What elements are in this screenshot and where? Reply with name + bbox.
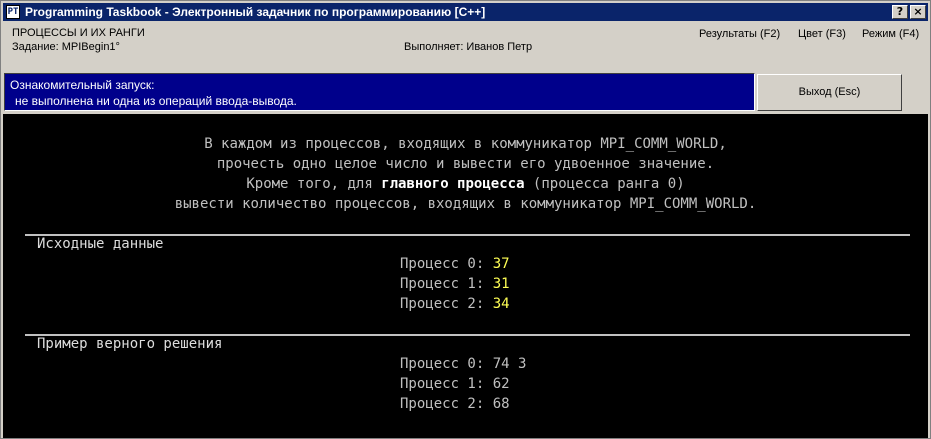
status-title: Ознакомительный запуск: [10,78,155,92]
description-line-3-pre: Кроме того, для [246,176,382,192]
input-row: Процесс 1: 31 [400,276,510,292]
title-bar[interactable]: PT Programming Taskbook - Электронный за… [3,3,928,21]
description-line-2: прочесть одно целое число и вывести его … [216,156,715,172]
close-button[interactable]: × [910,5,926,19]
task-console: В каждом из процессов, входящих в коммун… [3,114,928,438]
description-line-3-post: (процесса ранга 0) [524,176,685,192]
task-name: Задание: MPIBegin1° [12,41,120,53]
description-line-1: В каждом из процессов, входящих в коммун… [204,136,727,152]
description-line-3: Кроме того, для главного процесса (проце… [3,176,928,192]
output-section-title: Пример верного решения [37,336,223,352]
input-row-label: Процесс 0: [400,256,493,272]
output-row-value: 68 [492,396,510,412]
output-row-label: Процесс 0: [400,356,493,372]
results-button[interactable]: Результаты (F2) [699,28,780,40]
input-row: Процесс 0: 37 [400,256,510,272]
main-process-term: главного процесса [381,176,525,192]
window-title: Programming Taskbook - Электронный задач… [25,5,486,19]
description-line-4: вывести количество процессов, входящих в… [174,196,757,212]
input-row-value: 34 [492,296,510,312]
output-row-value: 62 [492,376,510,392]
input-row-label: Процесс 2: [400,296,493,312]
help-button[interactable]: ? [892,5,908,19]
output-row-label: Процесс 2: [400,396,493,412]
output-row-value: 74 3 [492,356,527,372]
status-panel: Ознакомительный запуск: не выполнена ни … [4,73,755,111]
input-row-value: 37 [492,256,510,272]
output-row: Процесс 0: 74 3 [400,356,526,372]
mode-button[interactable]: Режим (F4) [862,28,919,40]
input-row-value: 31 [492,276,510,292]
color-button[interactable]: Цвет (F3) [798,28,846,40]
exit-button[interactable]: Выход (Esc) [757,74,902,111]
main-window: PT Programming Taskbook - Электронный за… [0,0,931,439]
task-group: ПРОЦЕССЫ И ИХ РАНГИ [12,27,145,39]
input-row: Процесс 2: 34 [400,296,510,312]
input-section-title: Исходные данные [37,236,164,252]
app-icon[interactable]: PT [6,5,20,19]
status-message: не выполнена ни одна из операций ввода-в… [15,94,297,108]
output-row: Процесс 2: 68 [400,396,510,412]
output-row-label: Процесс 1: [400,376,493,392]
output-row: Процесс 1: 62 [400,376,510,392]
input-row-label: Процесс 1: [400,276,493,292]
performer: Выполняет: Иванов Петр [404,41,533,53]
info-bar: ПРОЦЕССЫ И ИХ РАНГИ Задание: MPIBegin1° … [3,22,928,72]
